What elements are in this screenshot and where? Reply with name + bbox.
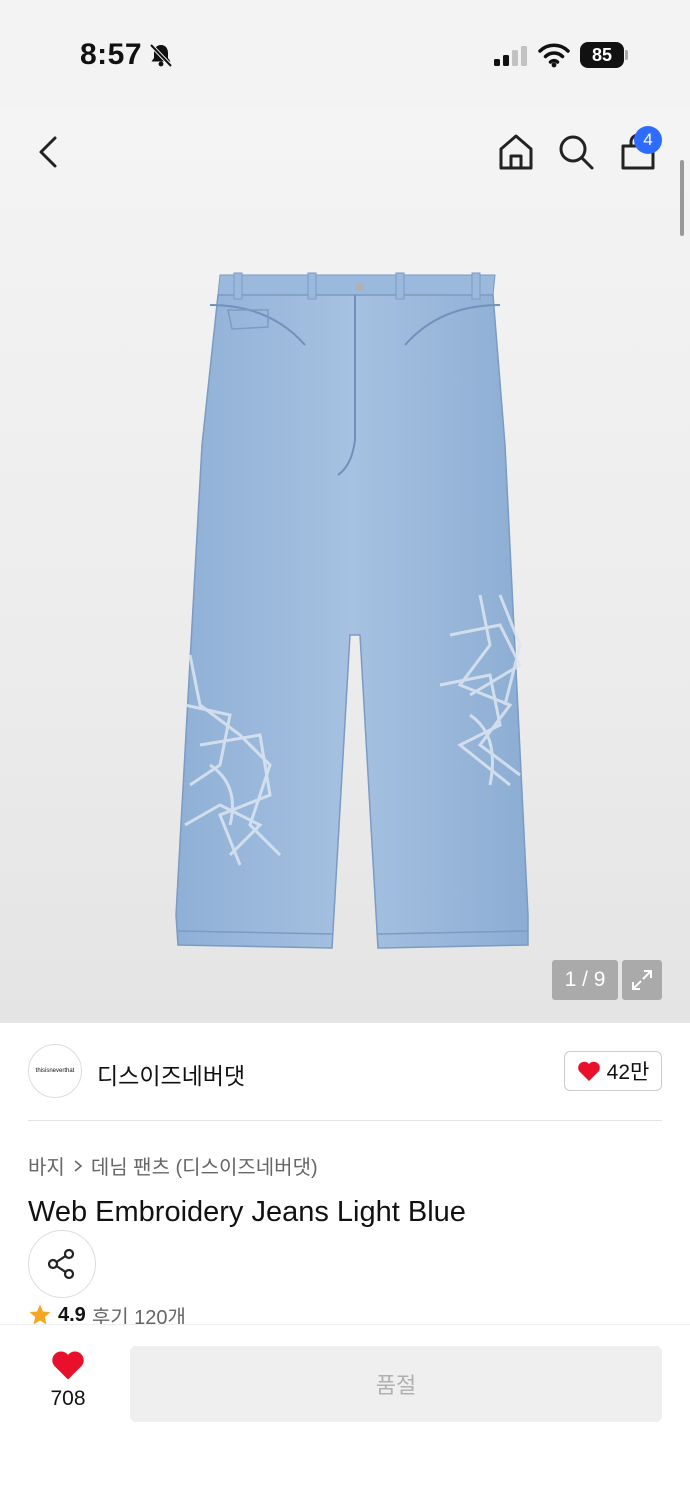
- share-button[interactable]: [28, 1230, 96, 1298]
- brand-like-count: 42만: [606, 1061, 650, 1084]
- heart-icon: [52, 1351, 84, 1380]
- breadcrumb-category[interactable]: 바지: [28, 1151, 65, 1180]
- product-gallery[interactable]: 4 1 / 9: [0, 110, 690, 1023]
- rating-row[interactable]: 4.9 후기 120개: [28, 1304, 186, 1326]
- brand-row[interactable]: thisisneverthat 디스이즈네버댓 42만: [0, 1023, 690, 1121]
- battery-icon: 85: [580, 42, 628, 68]
- scrollbar[interactable]: [680, 160, 684, 236]
- cart-count-badge: 4: [634, 126, 662, 154]
- brand-logo[interactable]: thisisneverthat: [28, 1044, 82, 1098]
- star-icon: [29, 1304, 51, 1325]
- product-image[interactable]: [160, 265, 550, 965]
- back-arrow-icon: [39, 136, 57, 168]
- divider: [28, 1120, 662, 1121]
- brand-logo-text: thisisneverthat: [35, 1068, 75, 1074]
- brand-name[interactable]: 디스이즈네버댓: [97, 1057, 245, 1091]
- rating-score: 4.9: [58, 1304, 86, 1326]
- heart-icon: [577, 1061, 600, 1081]
- status-time: 8:57: [80, 38, 143, 71]
- search-icon: [559, 135, 594, 170]
- sold-out-label: 품절: [375, 1373, 417, 1398]
- chevron-right-icon: [74, 1159, 83, 1172]
- brand-like-button[interactable]: 42만: [564, 1051, 662, 1091]
- review-count[interactable]: 후기 120개: [92, 1304, 186, 1327]
- search-button[interactable]: [554, 130, 598, 174]
- battery-tip: [625, 50, 628, 60]
- breadcrumb-subcategory[interactable]: 데님 팬츠 (디스이즈네버댓): [91, 1151, 318, 1180]
- back-button[interactable]: [26, 130, 70, 174]
- wishlist-button[interactable]: 708: [28, 1349, 108, 1425]
- home-button[interactable]: [494, 130, 538, 174]
- wishlist-count: 708: [50, 1387, 86, 1410]
- signal-icon: [494, 46, 528, 71]
- bell-slash-icon: [148, 42, 174, 73]
- share-icon: [47, 1248, 75, 1280]
- product-title: Web Embroidery Jeans Light Blue: [28, 1196, 466, 1228]
- breadcrumb: 바지 데님 팬츠 (디스이즈네버댓): [28, 1151, 318, 1180]
- wifi-icon: [538, 42, 570, 73]
- expand-button[interactable]: [622, 960, 662, 1000]
- battery-level: 85: [580, 42, 624, 68]
- expand-icon: [632, 970, 652, 990]
- status-bar: 8:57 85: [0, 0, 690, 110]
- home-icon: [499, 134, 533, 170]
- gallery-page-counter: 1 / 9: [552, 960, 618, 1000]
- bottom-action-bar: 708 품절: [0, 1324, 690, 1500]
- sold-out-button[interactable]: 품절: [130, 1346, 662, 1422]
